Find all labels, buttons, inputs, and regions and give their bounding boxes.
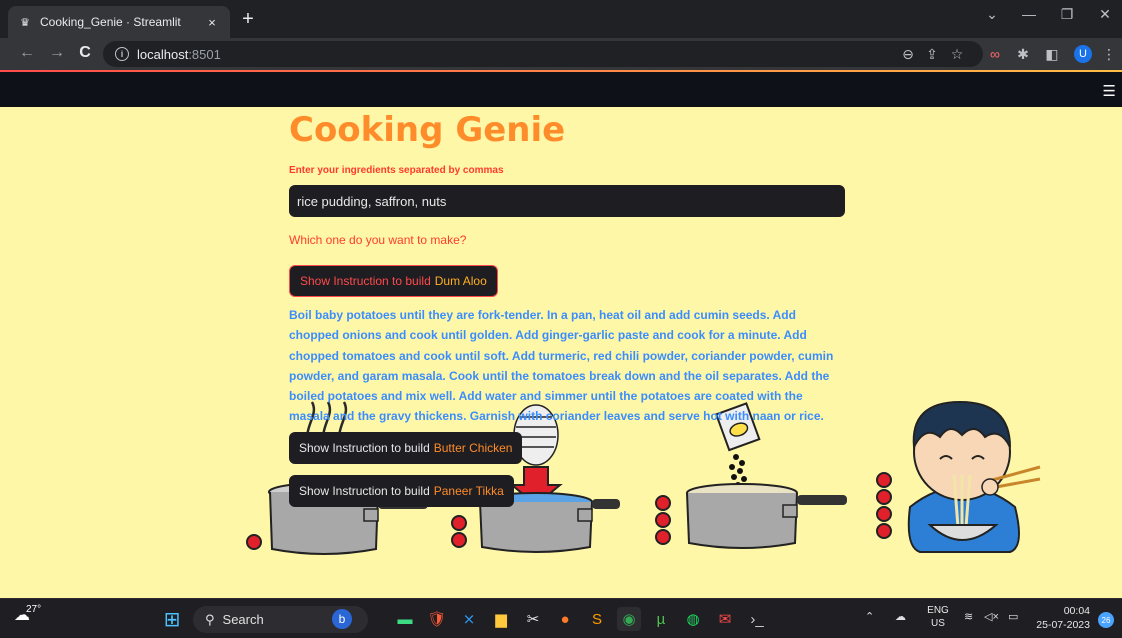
clock-date: 25-07-2023 bbox=[1036, 619, 1090, 631]
hamburger-menu-icon[interactable]: ☰ bbox=[1103, 82, 1116, 100]
tab-search-icon[interactable]: ⌄ bbox=[977, 6, 1007, 23]
forward-icon[interactable]: → bbox=[46, 44, 68, 62]
ingredients-label: Enter your ingredients separated by comm… bbox=[289, 165, 504, 176]
ingredients-input[interactable]: rice pudding, saffron, nuts bbox=[289, 185, 845, 217]
recipe-name: Butter Chicken bbox=[433, 441, 513, 455]
start-windows-icon[interactable]: ⊞ bbox=[160, 607, 184, 631]
tab-close-icon[interactable]: × bbox=[204, 15, 220, 30]
page-title: Cooking Genie bbox=[289, 110, 566, 150]
profile-avatar[interactable]: U bbox=[1074, 45, 1092, 63]
button-prefix: Show Instruction to build bbox=[300, 274, 431, 288]
close-window-icon[interactable]: ✕ bbox=[1090, 6, 1120, 23]
brave-browser-icon[interactable]: 🛡 bbox=[425, 607, 449, 631]
firefox-icon[interactable]: ● bbox=[553, 607, 577, 631]
app-main: Cooking Genie Enter your ingredients sep… bbox=[0, 107, 1122, 598]
weather-widget[interactable]: ☁27° bbox=[14, 604, 45, 625]
address-bar[interactable]: i localhost:8501 bbox=[103, 41, 983, 67]
boy-eating-noodles-illustration bbox=[907, 400, 1041, 553]
button-prefix: Show Instruction to build bbox=[299, 441, 430, 455]
recipe-question: Which one do you want to make? bbox=[289, 233, 467, 247]
windows-taskbar: ☁27° ⊞ ⚲ Search b ▬ 🛡 ⨯ ▆ ✂ ● S ◉ µ ◍ ✉ … bbox=[0, 598, 1122, 638]
utorrent-icon[interactable]: µ bbox=[649, 607, 673, 631]
paneer-tikka-button[interactable]: Show Instruction to build Paneer Tikka bbox=[289, 475, 514, 507]
app-icon[interactable]: ✉ bbox=[713, 607, 737, 631]
recipe-name: Dum Aloo bbox=[434, 274, 487, 288]
onedrive-cloud-icon[interactable]: ☁ bbox=[895, 610, 906, 623]
share-icon[interactable]: ⇪ bbox=[922, 46, 942, 63]
streamlit-header: ☰ bbox=[0, 72, 1122, 107]
wifi-icon[interactable]: ≋ bbox=[964, 610, 973, 623]
lang-region: US bbox=[931, 618, 945, 629]
spotify-icon[interactable]: ◍ bbox=[681, 607, 705, 631]
restore-icon[interactable]: ❐ bbox=[1052, 6, 1082, 23]
url-host: localhost bbox=[137, 46, 189, 62]
bookmark-star-icon[interactable]: ☆ bbox=[947, 46, 967, 63]
terminal-app-icon[interactable]: ▬ bbox=[393, 607, 417, 631]
vscode-icon[interactable]: ⨯ bbox=[457, 607, 481, 631]
minimize-icon[interactable]: — bbox=[1014, 6, 1044, 22]
chrome-active-icon[interactable]: ◉ bbox=[617, 607, 641, 631]
new-tab-button[interactable]: + bbox=[236, 8, 260, 32]
streamlit-favicon-icon: ♛ bbox=[20, 16, 30, 29]
notification-badge[interactable]: 26 bbox=[1098, 612, 1114, 628]
file-explorer-icon[interactable]: ▆ bbox=[489, 607, 513, 631]
side-panel-icon[interactable]: ◧ bbox=[1042, 46, 1062, 63]
dum-aloo-button[interactable]: Show Instruction to build Dum Aloo bbox=[289, 265, 498, 297]
extension-glasses-icon[interactable]: ∞ bbox=[985, 46, 1005, 62]
zoom-icon[interactable]: ⊖ bbox=[898, 46, 918, 63]
volume-muted-icon[interactable]: ◁× bbox=[984, 610, 999, 623]
tab-title: Cooking_Genie · Streamlit bbox=[40, 15, 181, 29]
temperature: 27° bbox=[26, 604, 42, 615]
clock-time: 00:04 bbox=[1063, 605, 1090, 617]
browser-toolbar: ← → C i localhost:8501 ⊖ ⇪ ☆ ∞ ✱ ◧ ⋮ bbox=[0, 38, 1122, 70]
button-prefix: Show Instruction to build bbox=[299, 484, 430, 498]
recipe-instructions: Boil baby potatoes until they are fork-t… bbox=[289, 308, 834, 424]
sublime-text-icon[interactable]: S bbox=[585, 607, 609, 631]
browser-menu-icon[interactable]: ⋮ bbox=[1099, 46, 1119, 63]
lang-code: ENG bbox=[927, 605, 949, 616]
site-info-icon[interactable]: i bbox=[115, 47, 129, 61]
browser-tab[interactable]: ♛ Cooking_Genie · Streamlit × bbox=[8, 6, 230, 38]
app-content: Cooking Genie Enter your ingredients sep… bbox=[289, 107, 845, 507]
back-icon[interactable]: ← bbox=[16, 44, 38, 62]
powershell-icon[interactable]: ›_ bbox=[745, 607, 769, 631]
butter-chicken-button[interactable]: Show Instruction to build Butter Chicken bbox=[289, 432, 523, 464]
bing-icon[interactable]: b bbox=[332, 609, 352, 629]
battery-icon[interactable]: ▭ bbox=[1008, 610, 1018, 623]
search-icon: ⚲ bbox=[205, 611, 215, 627]
language-indicator[interactable]: ENG US bbox=[926, 604, 950, 630]
search-placeholder: Search bbox=[222, 612, 264, 627]
clock[interactable]: 00:04 25-07-2023 bbox=[1034, 604, 1090, 632]
recipe-name: Paneer Tikka bbox=[433, 484, 504, 498]
url-port: :8501 bbox=[188, 46, 221, 62]
snipping-tool-icon[interactable]: ✂ bbox=[521, 607, 545, 631]
browser-tab-strip: ♛ Cooking_Genie · Streamlit × + ⌄ — ❐ ✕ bbox=[0, 0, 1122, 38]
reload-icon[interactable]: C bbox=[74, 44, 96, 62]
extensions-puzzle-icon[interactable]: ✱ bbox=[1013, 46, 1033, 63]
chevron-up-icon[interactable]: ⌃ bbox=[865, 610, 874, 623]
